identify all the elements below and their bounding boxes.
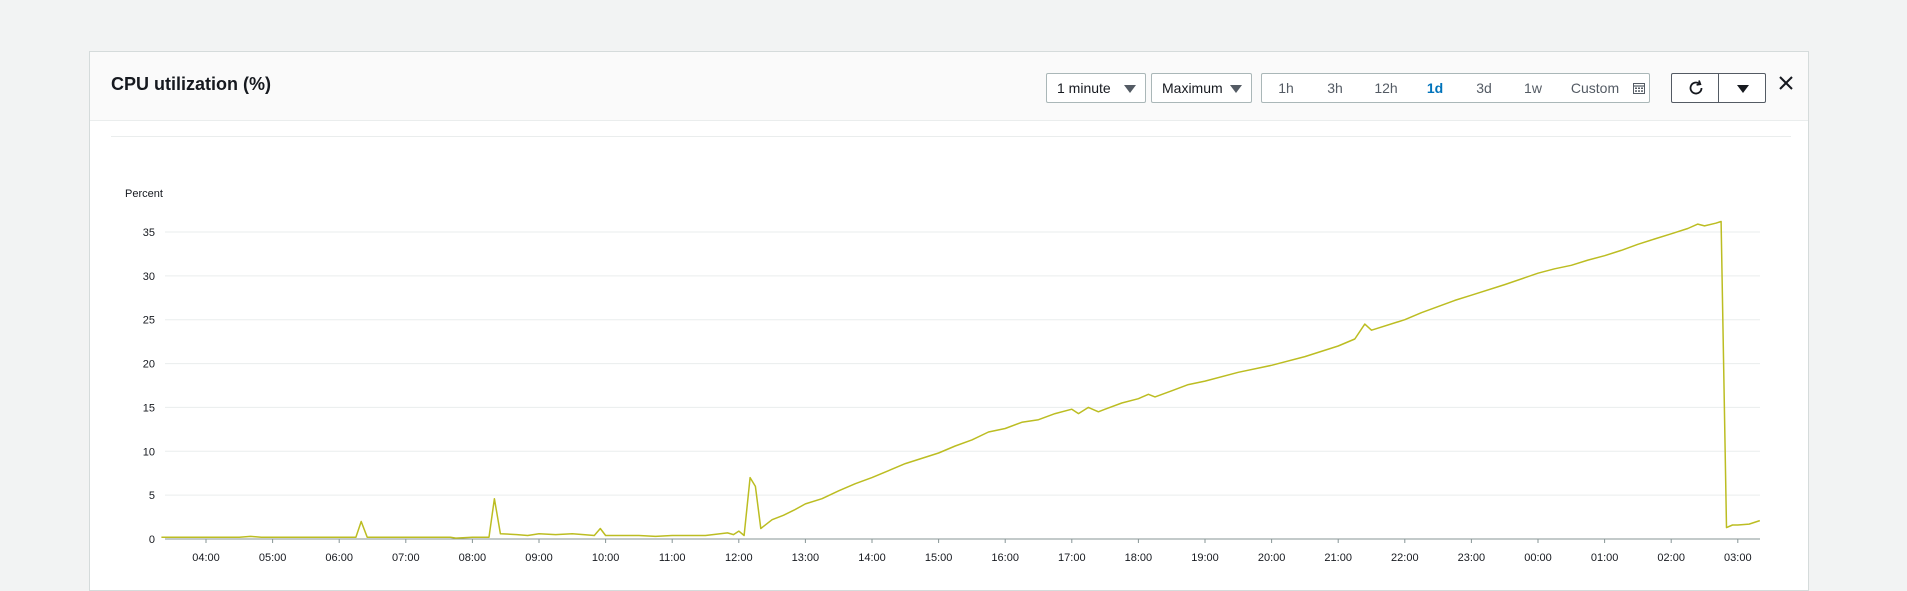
x-tick-label: 09:00 xyxy=(525,552,553,564)
x-tick-label: 10:00 xyxy=(592,552,620,564)
x-tick-label: 07:00 xyxy=(392,552,420,564)
x-tick-label: 04:00 xyxy=(192,552,220,564)
x-tick-label: 19:00 xyxy=(1191,552,1219,564)
metric-widget: CPU utilization (%) 1 minute Maximum 1h … xyxy=(89,51,1809,591)
x-tick-label: 15:00 xyxy=(925,552,953,564)
y-tick-label: 20 xyxy=(143,359,155,371)
x-tick-label: 22:00 xyxy=(1391,552,1419,564)
y-tick-label: 35 xyxy=(143,227,155,239)
series-line xyxy=(161,220,1761,539)
x-tick-label: 01:00 xyxy=(1591,552,1619,564)
x-tick-label: 03:00 xyxy=(1724,552,1752,564)
x-tick-label: 06:00 xyxy=(325,552,353,564)
x-tick-label: 20:00 xyxy=(1258,552,1286,564)
y-axis-label: Percent xyxy=(125,188,163,200)
y-tick-label: 0 xyxy=(149,534,155,546)
y-tick-label: 30 xyxy=(143,271,155,283)
x-tick-label: 05:00 xyxy=(259,552,287,564)
y-tick-label: 5 xyxy=(149,490,155,502)
x-tick-label: 14:00 xyxy=(858,552,886,564)
x-tick-label: 21:00 xyxy=(1324,552,1352,564)
x-tick-label: 00:00 xyxy=(1524,552,1552,564)
x-tick-label: 11:00 xyxy=(659,552,686,564)
x-tick-label: 13:00 xyxy=(792,552,820,564)
x-tick-label: 23:00 xyxy=(1458,552,1486,564)
x-tick-label: 16:00 xyxy=(991,552,1019,564)
cpu-line-chart: Percent 0 5 10 15 20 25 30 35 04:00 05:00 06:00 07:0… xyxy=(125,188,1761,564)
x-tick-label: 12:00 xyxy=(725,552,753,564)
x-tick-label: 08:00 xyxy=(459,552,487,564)
y-tick-label: 10 xyxy=(143,446,155,458)
y-tick-label: 25 xyxy=(143,315,155,327)
x-tick-label: 18:00 xyxy=(1125,552,1153,564)
x-tick-label: 02:00 xyxy=(1657,552,1685,564)
x-tick-label: 17:00 xyxy=(1058,552,1086,564)
y-tick-label: 15 xyxy=(143,402,155,414)
